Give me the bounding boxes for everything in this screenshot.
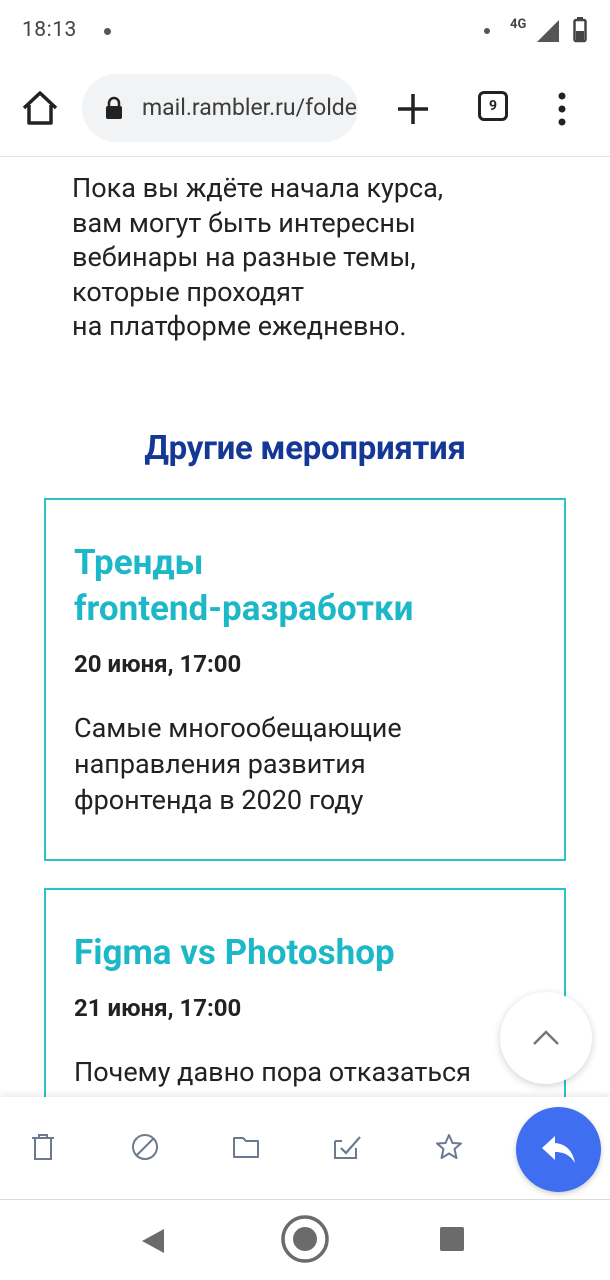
folder-icon[interactable] xyxy=(231,1132,261,1162)
email-body: Пока вы ждёте начала курса, вам могут бы… xyxy=(0,157,610,1097)
event-description: Почему давно пора отказаться xyxy=(74,1056,471,1088)
network-type: 4G xyxy=(510,17,527,32)
block-icon[interactable] xyxy=(130,1132,160,1162)
section-title: Другие мероприятия xyxy=(144,429,466,468)
intro-line: на платформе ежедневно. xyxy=(72,310,407,342)
event-card[interactable]: Figma vs Photoshop 21 июня, 17:00 Почему… xyxy=(44,888,566,1097)
intro-line: Пока вы ждёте начала курса, xyxy=(72,172,444,204)
lock-icon xyxy=(106,96,122,119)
intro-line: которые проходят xyxy=(72,275,304,308)
event-title[interactable]: Тренды frontend-разработки xyxy=(74,540,414,632)
star-icon[interactable] xyxy=(434,1132,464,1162)
status-dot-icon xyxy=(484,28,490,34)
recent-apps-icon[interactable] xyxy=(440,1227,464,1251)
home-circle-icon[interactable] xyxy=(280,1214,330,1264)
mark-checked-icon[interactable] xyxy=(332,1132,362,1162)
scroll-to-top-button[interactable] xyxy=(500,992,592,1084)
event-date: 20 июня, 17:00 xyxy=(74,650,242,678)
back-icon[interactable] xyxy=(140,1227,166,1255)
event-title[interactable]: Figma vs Photoshop xyxy=(74,930,395,976)
home-icon[interactable] xyxy=(18,88,62,128)
reply-button[interactable] xyxy=(516,1107,601,1192)
event-description: Самые многообещающие направления развити… xyxy=(74,712,402,816)
status-bar: 18:13 4G xyxy=(0,0,610,62)
mail-action-bar xyxy=(0,1097,610,1200)
chevron-up-icon xyxy=(533,1030,559,1045)
system-nav-bar xyxy=(0,1200,610,1280)
address-bar[interactable]: mail.rambler.ru/folder xyxy=(82,74,358,142)
notification-dot-icon xyxy=(104,28,111,35)
tabs-count-button[interactable]: 9 xyxy=(478,91,508,121)
url-text: mail.rambler.ru/folder xyxy=(142,94,358,121)
intro-line: вам могут быть интересны xyxy=(72,206,416,239)
trash-icon[interactable] xyxy=(28,1132,58,1162)
more-vert-icon[interactable] xyxy=(552,92,572,126)
intro-text: Пока вы ждёте начала курса, вам могут бы… xyxy=(72,171,572,344)
browser-toolbar: mail.rambler.ru/folder 9 xyxy=(0,62,610,157)
signal-icon xyxy=(537,20,559,42)
event-card[interactable]: Тренды frontend-разработки 20 июня, 17:0… xyxy=(44,498,566,861)
status-time: 18:13 xyxy=(22,18,77,42)
intro-line: вебинары на разные темы, xyxy=(72,241,416,273)
battery-icon xyxy=(573,17,587,43)
reply-icon xyxy=(542,1136,575,1163)
event-date: 21 июня, 17:00 xyxy=(74,994,242,1022)
new-tab-plus-icon[interactable] xyxy=(392,88,434,130)
